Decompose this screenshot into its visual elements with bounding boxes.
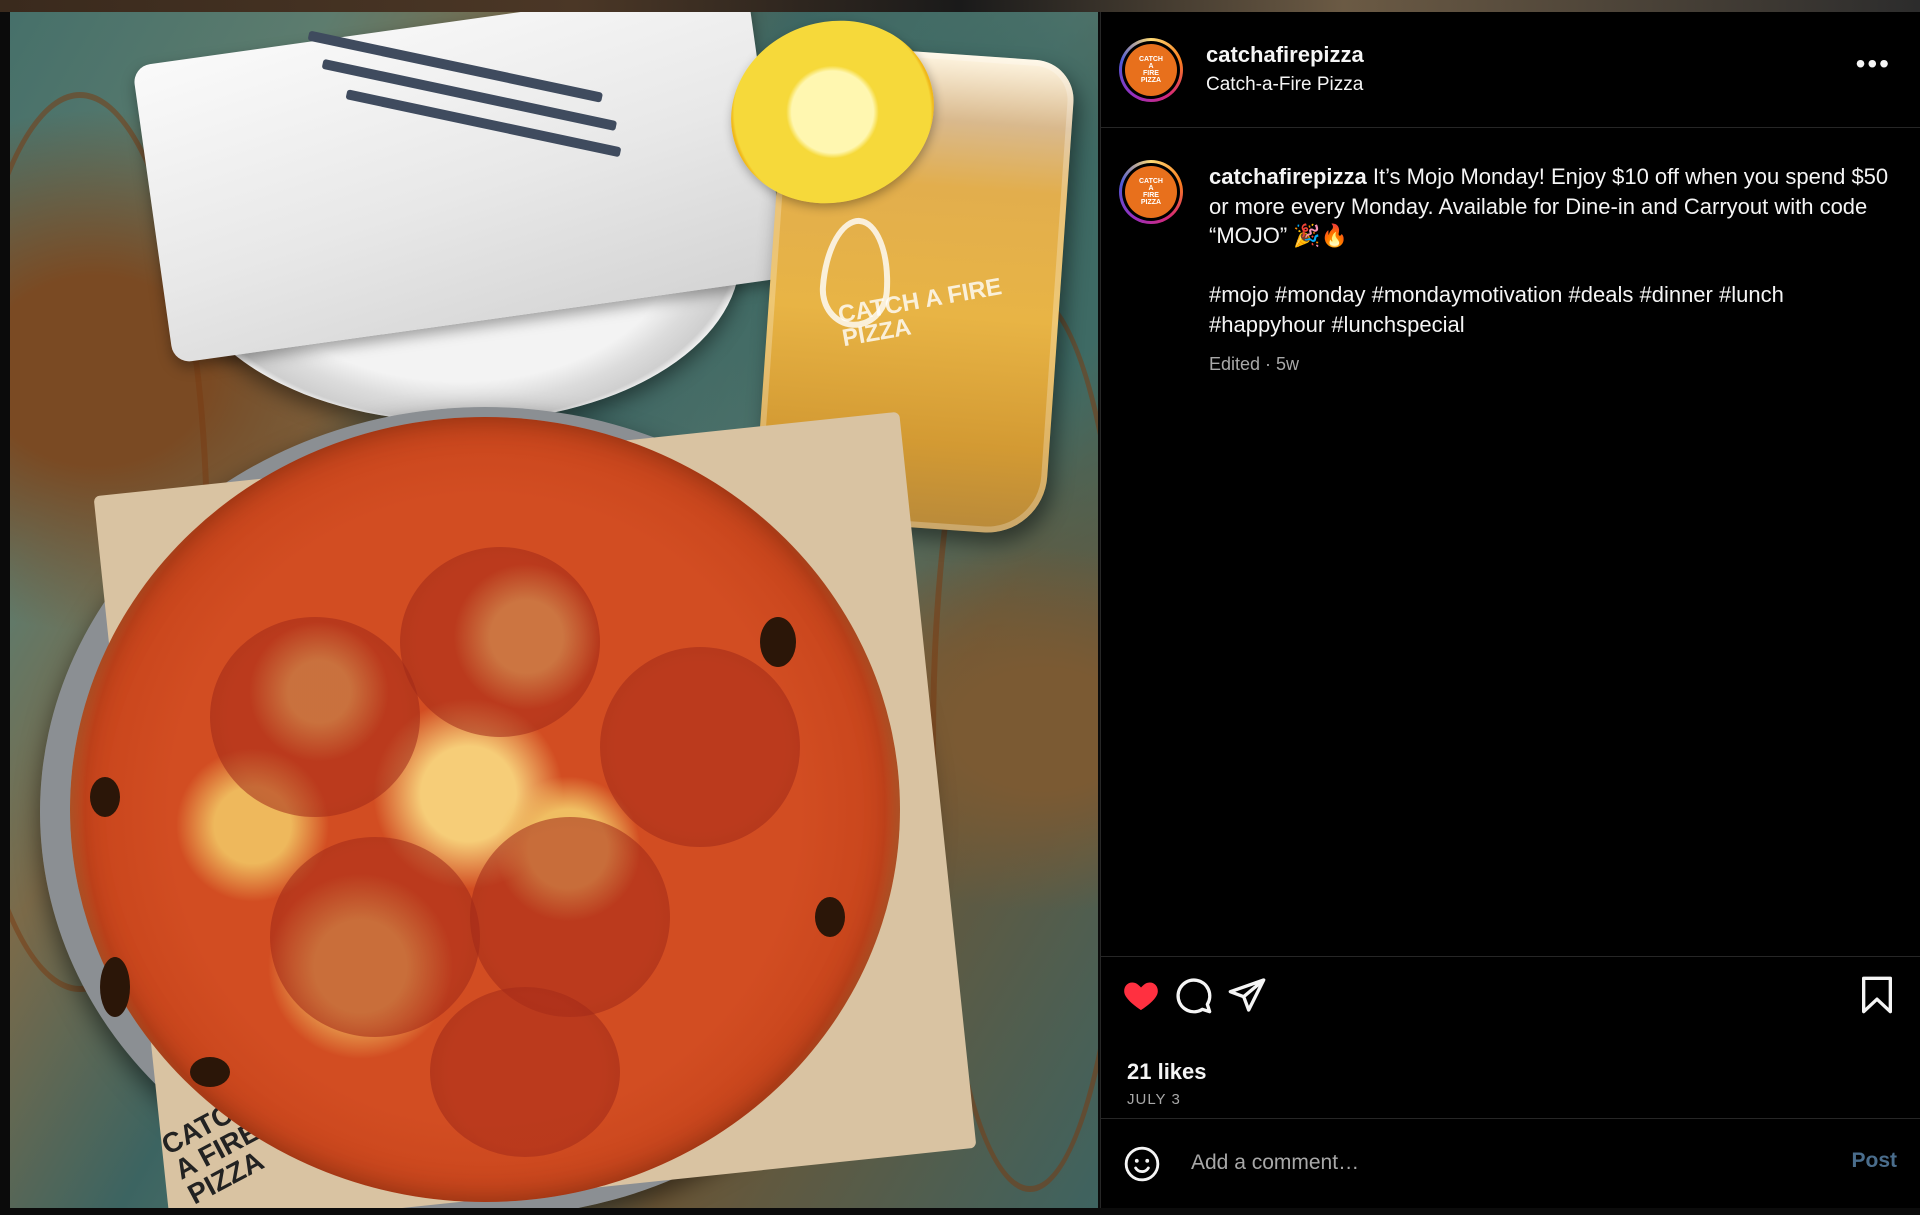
- pizza: [70, 417, 900, 1202]
- share-icon[interactable]: [1227, 975, 1267, 1015]
- avatar-logo: CATCH A FIRE PIZZA: [1125, 44, 1177, 96]
- caption-meta: Edited · 5w: [1209, 354, 1300, 374]
- post-side-panel: CATCH A FIRE PIZZA catchafirepizza Catch…: [1100, 12, 1920, 1208]
- header-subtitle[interactable]: Catch-a-Fire Pizza: [1206, 74, 1363, 96]
- comment-bar: Post: [1101, 1118, 1920, 1208]
- heart-filled-icon[interactable]: [1121, 975, 1161, 1015]
- bookmark-icon[interactable]: [1857, 975, 1897, 1015]
- post-button[interactable]: Post: [1851, 1149, 1897, 1173]
- action-bar: 21 likes JULY 3: [1101, 956, 1920, 1142]
- post-header: CATCH A FIRE PIZZA catchafirepizza Catch…: [1101, 12, 1920, 128]
- background-strip: [0, 0, 1920, 12]
- caption-avatar[interactable]: CATCH A FIRE PIZZA: [1119, 160, 1183, 224]
- post-image[interactable]: CATCH A FIRE PIZZA CATCH A FIRE PIZZA: [10, 12, 1098, 1208]
- post-date[interactable]: JULY 3: [1127, 1091, 1181, 1108]
- header-username[interactable]: catchafirepizza: [1206, 42, 1364, 68]
- comment-icon[interactable]: [1173, 975, 1213, 1015]
- instagram-post-modal: CATCH A FIRE PIZZA CATCH A FIRE PIZZA CA…: [0, 0, 1920, 1215]
- caption-hashtags[interactable]: #mojo #monday #mondaymotivation #deals #…: [1209, 280, 1889, 339]
- comment-input[interactable]: [1191, 1143, 1791, 1183]
- more-horizontal-icon[interactable]: •••: [1856, 50, 1891, 78]
- emoji-icon[interactable]: [1123, 1145, 1161, 1183]
- avatar-logo: CATCH A FIRE PIZZA: [1125, 166, 1177, 218]
- caption-text: catchafirepizza It’s Mojo Monday! Enjoy …: [1209, 162, 1889, 251]
- caption-username[interactable]: catchafirepizza: [1209, 164, 1367, 189]
- likes-count[interactable]: 21 likes: [1127, 1059, 1207, 1085]
- avatar[interactable]: CATCH A FIRE PIZZA: [1119, 38, 1183, 102]
